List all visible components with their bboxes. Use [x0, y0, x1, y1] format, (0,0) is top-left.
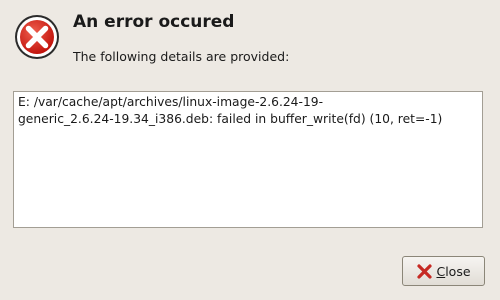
error-icon — [15, 15, 59, 59]
dialog-title: An error occured — [73, 12, 235, 32]
close-button[interactable]: Close — [402, 256, 485, 286]
details-line: E: /var/cache/apt/archives/linux-image-2… — [18, 95, 324, 109]
details-line: generic_2.6.24-19.34_i386.deb: failed in… — [18, 112, 443, 126]
error-details-textarea[interactable]: E: /var/cache/apt/archives/linux-image-2… — [13, 91, 483, 228]
close-icon — [417, 263, 433, 279]
error-dialog: An error occured The following details a… — [0, 0, 500, 300]
close-button-label: Close — [436, 263, 471, 279]
dialog-subtitle: The following details are provided: — [73, 49, 290, 64]
